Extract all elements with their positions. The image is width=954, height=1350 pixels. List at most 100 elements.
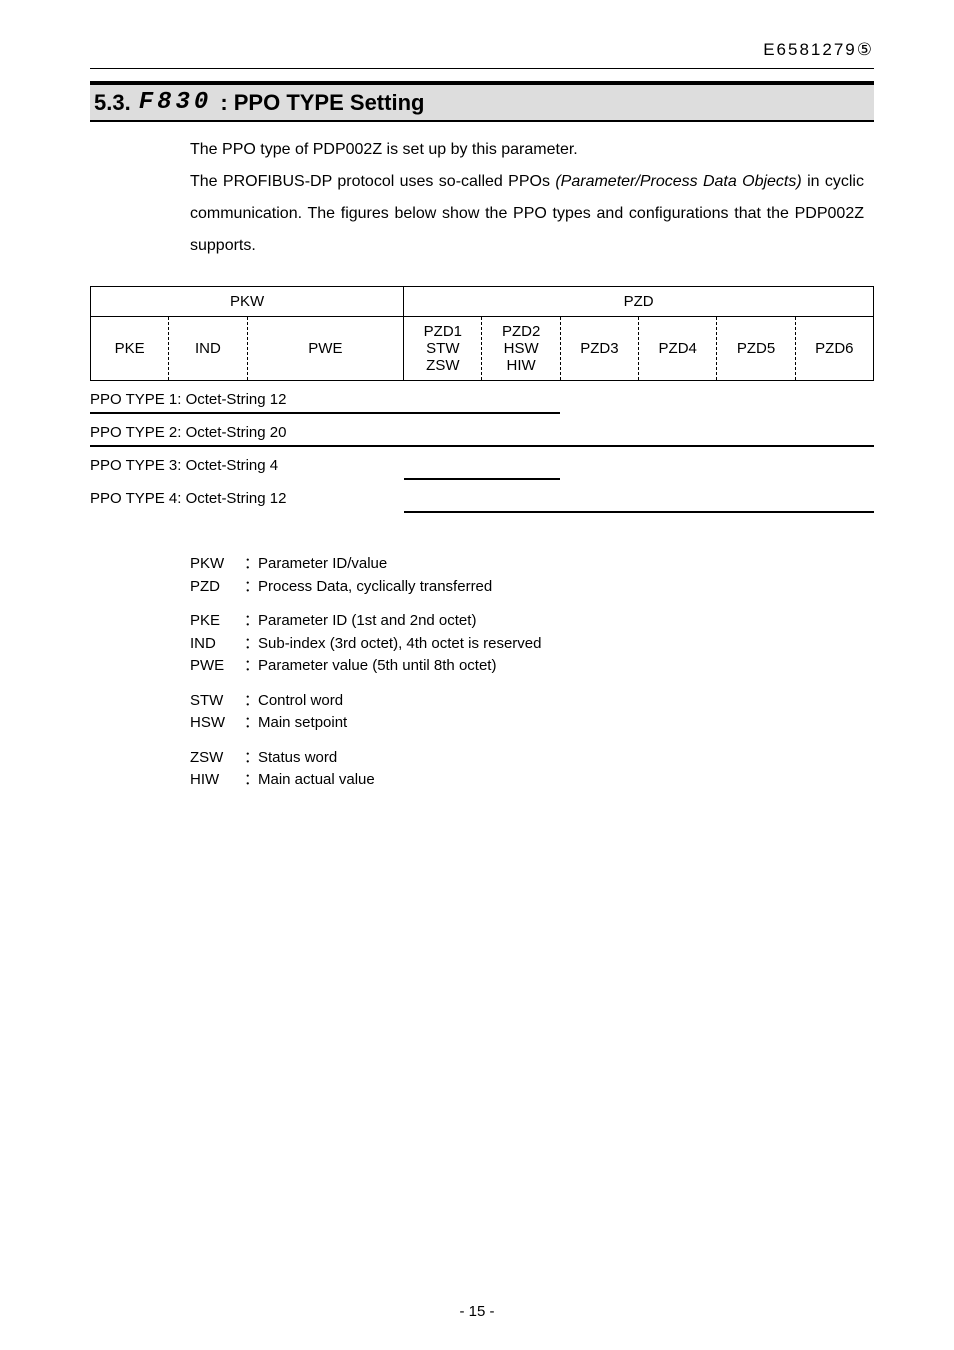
octet-cell	[834, 445, 874, 447]
header-rule	[90, 68, 874, 69]
octet-cell	[521, 511, 560, 513]
def-key: ZSW	[190, 747, 244, 770]
def-colon: ：	[244, 690, 258, 713]
octet-cell	[834, 511, 874, 513]
pzd2-a: PZD2	[502, 323, 540, 340]
hdr-pke: PKE	[91, 317, 169, 381]
ppo3-label: PPO TYPE 3: Octet-String 4	[90, 457, 874, 474]
def-key: HSW	[190, 712, 244, 735]
octet-cell	[560, 445, 599, 447]
octet-cell	[443, 478, 482, 480]
octet-cell	[90, 412, 129, 414]
header-table: PKW PZD PKE IND PWE PZD1 STW ZSW PZD2 HS…	[90, 286, 874, 381]
hdr-pkw: PKW	[91, 287, 404, 317]
octet-cell	[677, 445, 716, 447]
def-val: Parameter value (5th until 8th octet)	[258, 655, 496, 678]
para-line1: The PPO type of PDP002Z is set up by thi…	[190, 141, 578, 158]
octet-cell	[521, 412, 561, 414]
def-val: Control word	[258, 690, 343, 713]
def-colon: ：	[244, 655, 258, 678]
ppo4-row	[90, 511, 874, 513]
def-val: Sub-index (3rd octet), 4th octet is rese…	[258, 633, 541, 656]
section-number: 5.3.	[94, 90, 131, 116]
def-colon: ：	[244, 769, 258, 792]
octet-cell	[364, 412, 404, 414]
def-val: Status word	[258, 747, 337, 770]
doc-code: E6581279⑤	[90, 40, 874, 60]
octet-cell	[520, 478, 560, 480]
pzd1-c: ZSW	[426, 357, 459, 374]
octet-cell	[795, 445, 834, 447]
hdr-pwe: PWE	[247, 317, 404, 381]
octet-cell	[795, 511, 834, 513]
octet-cell	[246, 445, 285, 447]
octet-cell	[443, 445, 482, 447]
def-colon: ：	[244, 712, 258, 735]
octet-cell	[324, 445, 363, 447]
octet-cell	[404, 478, 443, 480]
page-number: - 15 -	[0, 1303, 954, 1320]
ppo1-label: PPO TYPE 1: Octet-String 12	[90, 391, 874, 408]
def-key: PWE	[190, 655, 244, 678]
octet-cell	[247, 412, 286, 414]
hdr-pzd6: PZD6	[795, 317, 873, 381]
ppo-diagram: PKW PZD PKE IND PWE PZD1 STW ZSW PZD2 HS…	[90, 286, 874, 513]
octet-cell	[168, 445, 207, 447]
octet-cell	[404, 445, 443, 447]
octet-cell	[286, 412, 325, 414]
ppo4-label: PPO TYPE 4: Octet-String 12	[90, 490, 874, 507]
octet-cell	[638, 511, 677, 513]
def-colon: ：	[244, 553, 258, 576]
octet-cell	[207, 445, 246, 447]
octet-cell	[716, 511, 755, 513]
section-title-rest: : PPO TYPE Setting	[220, 90, 424, 116]
para-line2a: The PROFIBUS-DP protocol uses so-called …	[190, 173, 555, 190]
pzd1-b: STW	[426, 340, 459, 357]
def-key: PKW	[190, 553, 244, 576]
def-colon: ：	[244, 633, 258, 656]
ppo3-row	[90, 478, 874, 480]
octet-cell	[482, 511, 521, 513]
octet-cell	[129, 412, 169, 414]
doc-code-text: E6581279	[763, 40, 857, 59]
def-colon: ：	[244, 576, 258, 599]
def-key: STW	[190, 690, 244, 713]
ppo1-row	[90, 412, 874, 414]
hdr-ind: IND	[169, 317, 247, 381]
octet-cell	[404, 511, 443, 513]
para-line2b: (Parameter/Process Data Objects)	[555, 173, 801, 190]
octet-cell	[482, 412, 521, 414]
octet-cell	[364, 445, 404, 447]
body-paragraph: The PPO type of PDP002Z is set up by thi…	[190, 134, 864, 262]
octet-cell	[756, 445, 795, 447]
octet-cell	[129, 445, 168, 447]
octet-cell	[638, 445, 677, 447]
hdr-pzd: PZD	[404, 287, 874, 317]
hdr-pzd2: PZD2 HSW HIW	[482, 317, 560, 381]
pzd2-c: HIW	[507, 357, 536, 374]
octet-cell	[443, 511, 482, 513]
octet-cell	[521, 445, 560, 447]
octet-cell	[716, 445, 755, 447]
octet-cell	[285, 445, 324, 447]
octet-cell	[325, 412, 364, 414]
def-val: Parameter ID (1st and 2nd octet)	[258, 610, 476, 633]
octet-cell	[169, 412, 208, 414]
param-code: F830	[139, 89, 213, 116]
definitions: PKW：Parameter ID/value PZD：Process Data,…	[190, 553, 874, 792]
def-colon: ：	[244, 610, 258, 633]
octet-cell	[482, 445, 521, 447]
def-val: Main actual value	[258, 769, 375, 792]
def-colon: ：	[244, 747, 258, 770]
octet-cell	[90, 445, 129, 447]
hdr-pzd4: PZD4	[639, 317, 717, 381]
hdr-pzd3: PZD3	[560, 317, 638, 381]
octet-cell	[677, 511, 716, 513]
def-val: Main setpoint	[258, 712, 347, 735]
octet-cell	[442, 412, 482, 414]
hdr-pzd5: PZD5	[717, 317, 795, 381]
pzd1-a: PZD1	[424, 323, 462, 340]
section-heading: 5.3. F830 : PPO TYPE Setting	[90, 81, 874, 122]
def-key: PKE	[190, 610, 244, 633]
def-key: IND	[190, 633, 244, 656]
